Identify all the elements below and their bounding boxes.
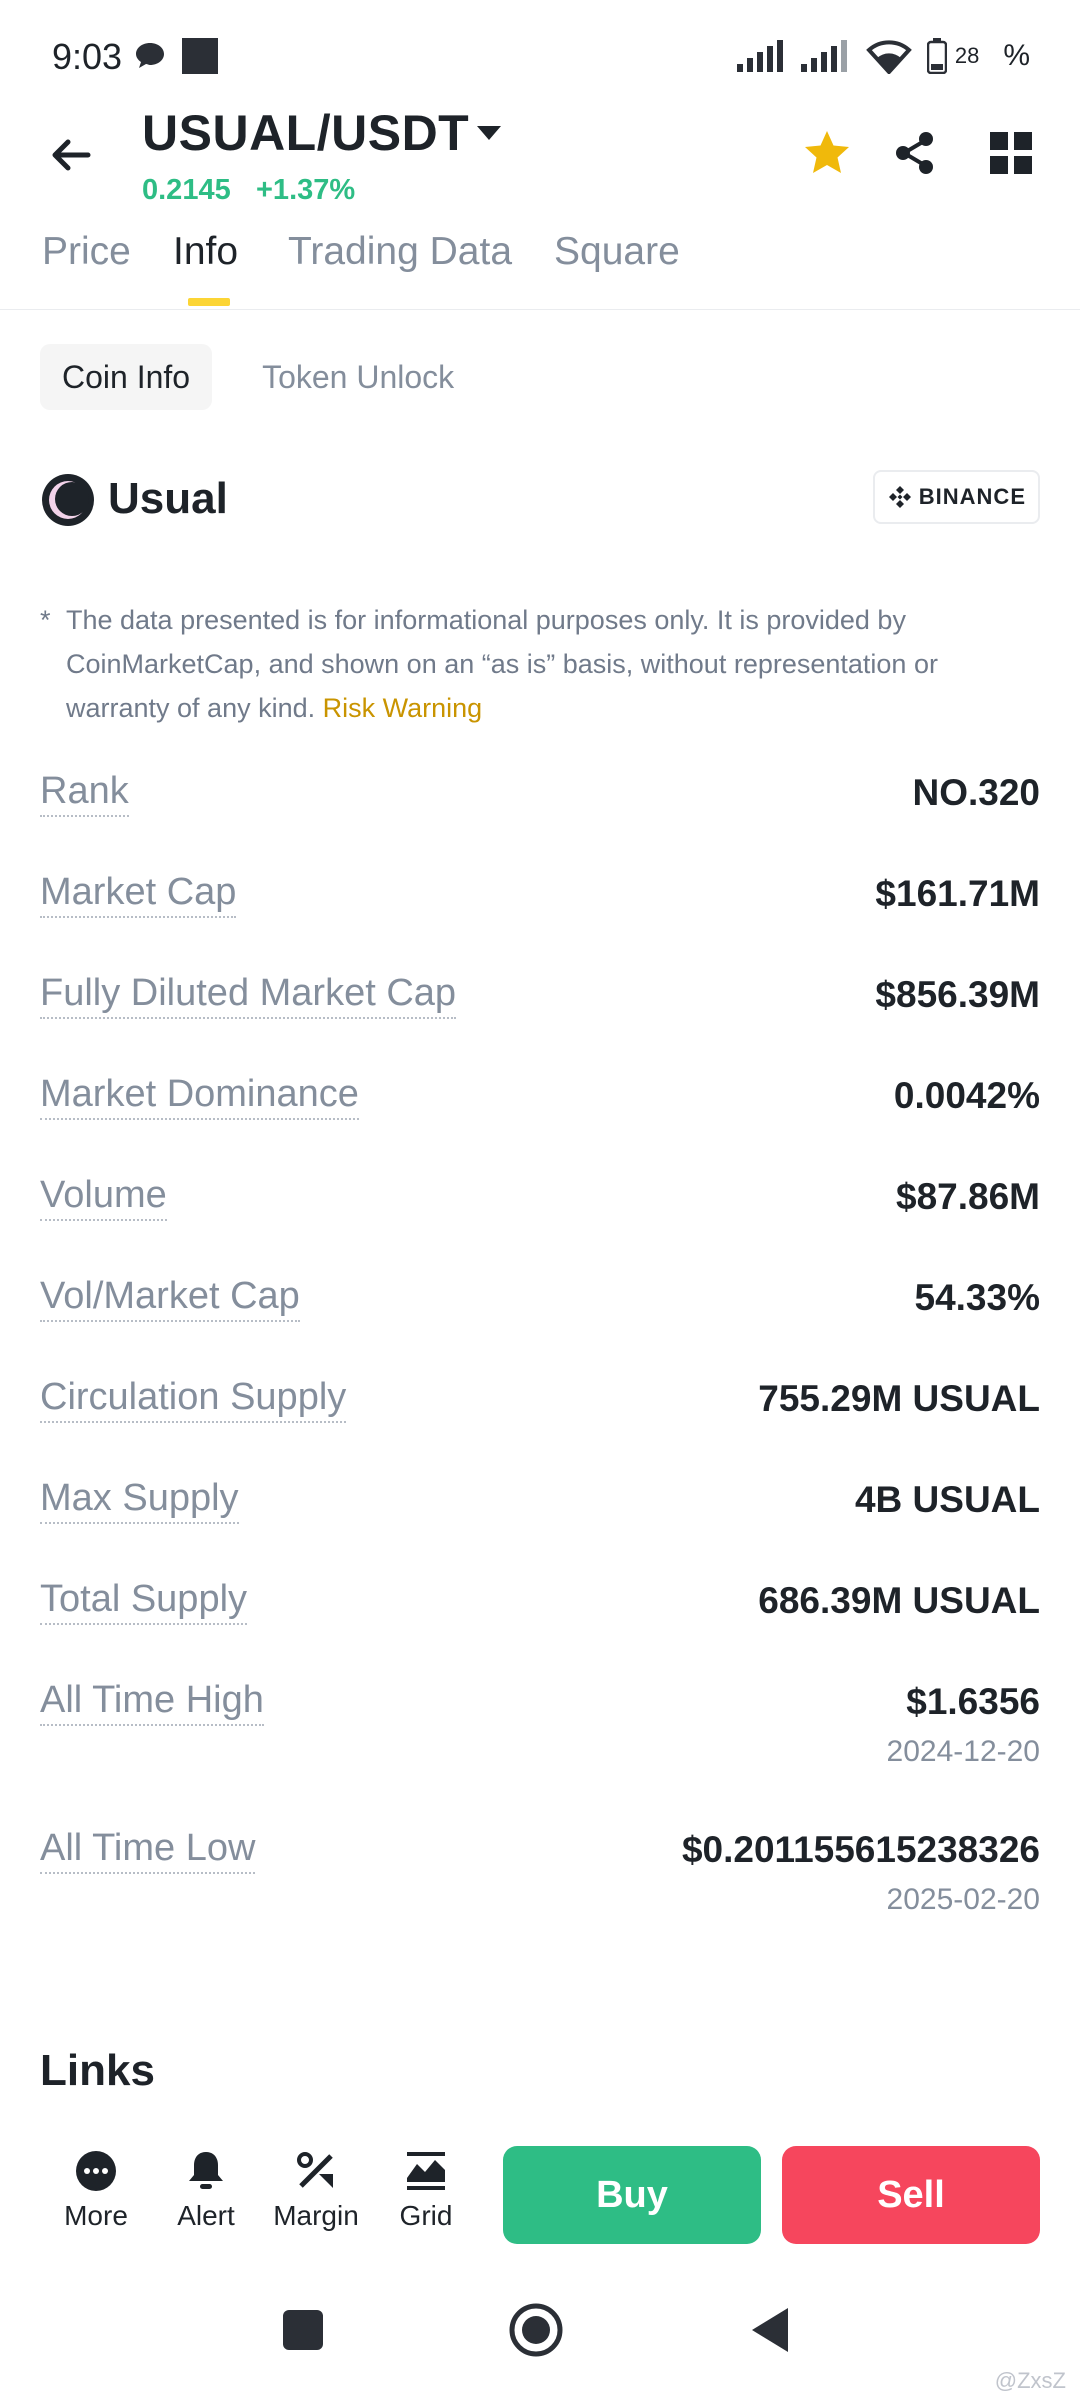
stat-label[interactable]: Max Supply [40, 1477, 239, 1524]
active-tab-indicator [188, 298, 230, 306]
share-icon[interactable] [890, 128, 940, 178]
tab-trading-data[interactable]: Trading Data [288, 230, 512, 274]
stat-value: 686.39M USUAL [758, 1580, 1040, 1621]
stat-label[interactable]: Fully Diluted Market Cap [40, 972, 457, 1019]
sell-button[interactable]: Sell [782, 2146, 1040, 2244]
signal-2-icon [800, 40, 847, 72]
stat-value: 4B USUAL [854, 1479, 1040, 1520]
disclaimer-asterisk: * [40, 605, 51, 635]
status-time: 9:03 [52, 36, 123, 77]
margin-icon [297, 2152, 333, 2188]
pair-header: USUAL/USDT 0.2145 +1.37% [0, 100, 1080, 210]
back-arrow-icon[interactable] [44, 128, 98, 182]
stat-label[interactable]: Circulation Supply [40, 1376, 347, 1423]
binance-badge-label: BINANCE [918, 484, 1026, 509]
bell-icon [189, 2152, 223, 2189]
layout-grid-icon[interactable] [988, 130, 1034, 176]
coin-name: Usual [108, 474, 228, 523]
action-label: Alert [177, 2200, 235, 2231]
status-bar: 9:03 28 % [0, 0, 1080, 110]
stat-label[interactable]: All Time High [40, 1679, 264, 1726]
stat-value: $0.201155615238326 [681, 1829, 1040, 1870]
stat-label[interactable]: Rank [40, 770, 129, 817]
tab-info[interactable]: Info [173, 230, 238, 274]
stat-label[interactable]: All Time Low [40, 1827, 256, 1874]
stat-value: $161.71M [875, 873, 1040, 914]
status-right: 28 % [736, 36, 1030, 76]
main-tabs: Price Info Trading Data Square [0, 224, 1080, 310]
grid-bot-icon [407, 2152, 445, 2190]
notification-square-icon [182, 38, 218, 74]
stat-date: 2025-02-20 [886, 1883, 1040, 1916]
pair-title[interactable]: USUAL/USDT [142, 104, 469, 162]
stat-value: 0.0042% [893, 1075, 1040, 1116]
usual-logo-icon [42, 474, 94, 526]
action-grid[interactable]: Grid [376, 2148, 476, 2232]
pair-price: 0.2145 [142, 174, 231, 206]
stat-value: $87.86M [896, 1176, 1040, 1217]
binance-badge: BINANCE [872, 470, 1040, 524]
battery-percent-sign: % [1003, 39, 1030, 72]
stat-label[interactable]: Vol/Market Cap [40, 1275, 300, 1322]
tab-price[interactable]: Price [42, 230, 131, 274]
subtab-coin-info[interactable]: Coin Info [40, 344, 213, 410]
stat-label[interactable]: Volume [40, 1174, 167, 1221]
wifi-icon [865, 40, 912, 74]
system-nav-bar: @ZxsZ [0, 2270, 1080, 2400]
stat-value: NO.320 [912, 772, 1040, 813]
subtab-token-unlock[interactable]: Token Unlock [240, 344, 476, 410]
buy-button[interactable]: Buy [503, 2146, 761, 2244]
stat-label[interactable]: Market Dominance [40, 1073, 359, 1120]
action-label: Grid [399, 2200, 453, 2231]
action-label: Margin [273, 2200, 359, 2231]
tab-square[interactable]: Square [554, 230, 680, 274]
sub-tabs: Coin Info Token Unlock [40, 344, 476, 410]
favorite-star-icon[interactable] [802, 128, 852, 178]
recents-square-icon[interactable] [283, 2310, 323, 2350]
action-alert[interactable]: Alert [156, 2148, 256, 2232]
disclaimer-text-block: The data presented is for informational … [66, 598, 1036, 730]
battery-icon [926, 38, 947, 74]
more-icon [76, 2151, 116, 2191]
bottom-action-bar: More Alert Margin Grid Buy Sell [0, 2130, 1080, 2260]
pair-change: +1.37% [256, 174, 356, 206]
chat-bubble-icon [136, 43, 164, 68]
binance-logo-icon [888, 486, 911, 508]
back-triangle-icon[interactable] [748, 2306, 792, 2354]
stat-date: 2024-12-20 [886, 1735, 1040, 1768]
disclaimer-text: The data presented is for informational … [66, 605, 938, 723]
caret-down-icon[interactable] [474, 118, 504, 148]
risk-warning-link[interactable]: Risk Warning [323, 693, 483, 723]
action-more[interactable]: More [46, 2148, 146, 2232]
links-heading: Links [40, 2046, 155, 2095]
stat-value: 54.33% [914, 1277, 1041, 1318]
watermark: @ZxsZ [994, 2368, 1066, 2393]
signal-icon [736, 40, 783, 72]
coin-row: Usual BINANCE [40, 470, 1040, 530]
stat-value: 755.29M USUAL [758, 1378, 1040, 1419]
stat-value: $856.39M [875, 974, 1040, 1015]
stat-value: $1.6356 [906, 1681, 1040, 1722]
stat-label[interactable]: Market Cap [40, 871, 237, 918]
home-circle-icon[interactable] [508, 2302, 564, 2358]
stat-label[interactable]: Total Supply [40, 1578, 248, 1625]
action-label: More [64, 2200, 128, 2231]
action-margin[interactable]: Margin [266, 2148, 366, 2232]
battery-level: 28 [954, 43, 980, 68]
